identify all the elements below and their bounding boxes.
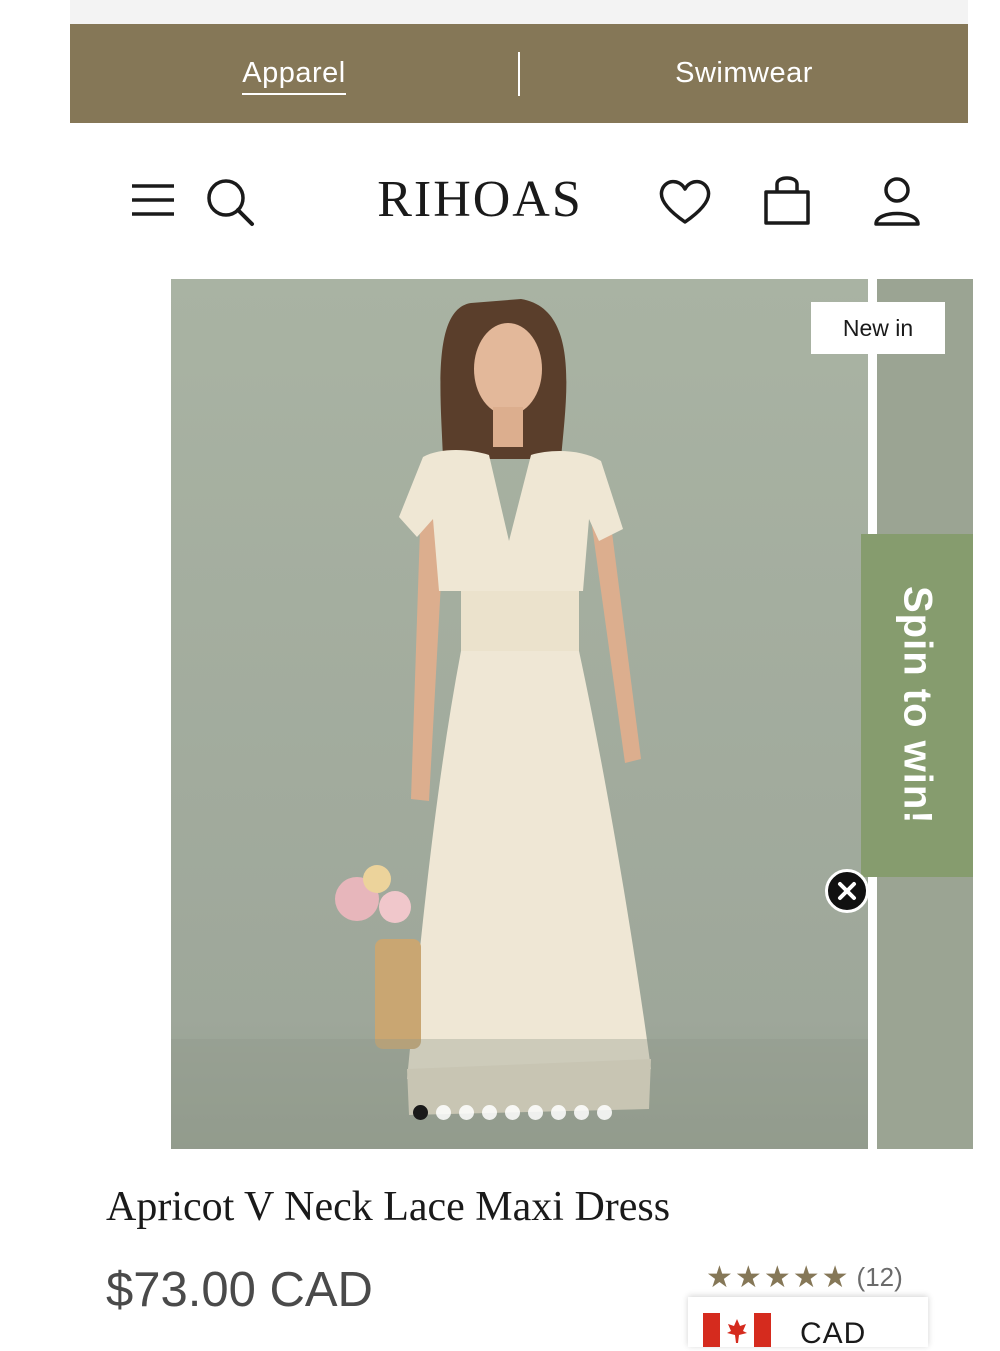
star-icon: ★ [763,1259,791,1295]
category-swimwear[interactable]: Swimwear [520,57,968,90]
header: RIHOAS [70,150,968,250]
review-count: (12) [856,1262,903,1292]
category-apparel[interactable]: Apparel [70,57,518,95]
maple-leaf-icon [727,1319,747,1343]
product-title: Apricot V Neck Lace Maxi Dress [106,1184,671,1230]
canada-flag-icon [703,1313,771,1347]
star-icon: ★ [706,1259,733,1295]
carousel-dot[interactable] [528,1105,543,1120]
currency-selector[interactable]: CAD [688,1297,928,1350]
carousel-dot[interactable] [597,1105,612,1120]
search-icon[interactable] [204,176,256,228]
star-icon: ★ [792,1259,820,1295]
star-icon: ★ [821,1259,849,1295]
carousel-dot[interactable] [551,1105,566,1120]
heart-icon[interactable] [658,178,712,226]
top-strip [70,0,968,24]
star-icon: ★ [734,1259,762,1295]
product-image-carousel[interactable]: New in [171,279,973,1149]
category-bar: Apparel Swimwear [70,24,968,123]
spin-to-win-tab[interactable]: Spin to win! [861,534,973,877]
category-label: Swimwear [675,57,813,89]
product-photo[interactable] [171,279,868,1149]
spin-to-win-label: Spin to win! [895,586,940,825]
shopping-bag-icon[interactable] [762,172,812,226]
carousel-dot[interactable] [436,1105,451,1120]
close-promo-button[interactable] [825,869,869,913]
product-price: $73.00 CAD [106,1263,373,1317]
carousel-dot[interactable] [574,1105,589,1120]
carousel-dot[interactable] [505,1105,520,1120]
menu-icon[interactable] [130,180,176,220]
brand-logo[interactable]: RIHOAS [362,170,598,229]
product-rating[interactable]: ★ ★ ★ ★ ★ (12) [706,1262,903,1293]
close-icon [838,882,856,900]
carousel-dot[interactable] [482,1105,497,1120]
carousel-dot[interactable] [459,1105,474,1120]
category-label: Apparel [242,57,346,95]
new-in-badge: New in [811,302,945,354]
user-icon[interactable] [872,176,922,228]
currency-code: CAD [800,1317,867,1350]
carousel-dot[interactable] [413,1105,428,1120]
carousel-pagination [413,1105,612,1120]
